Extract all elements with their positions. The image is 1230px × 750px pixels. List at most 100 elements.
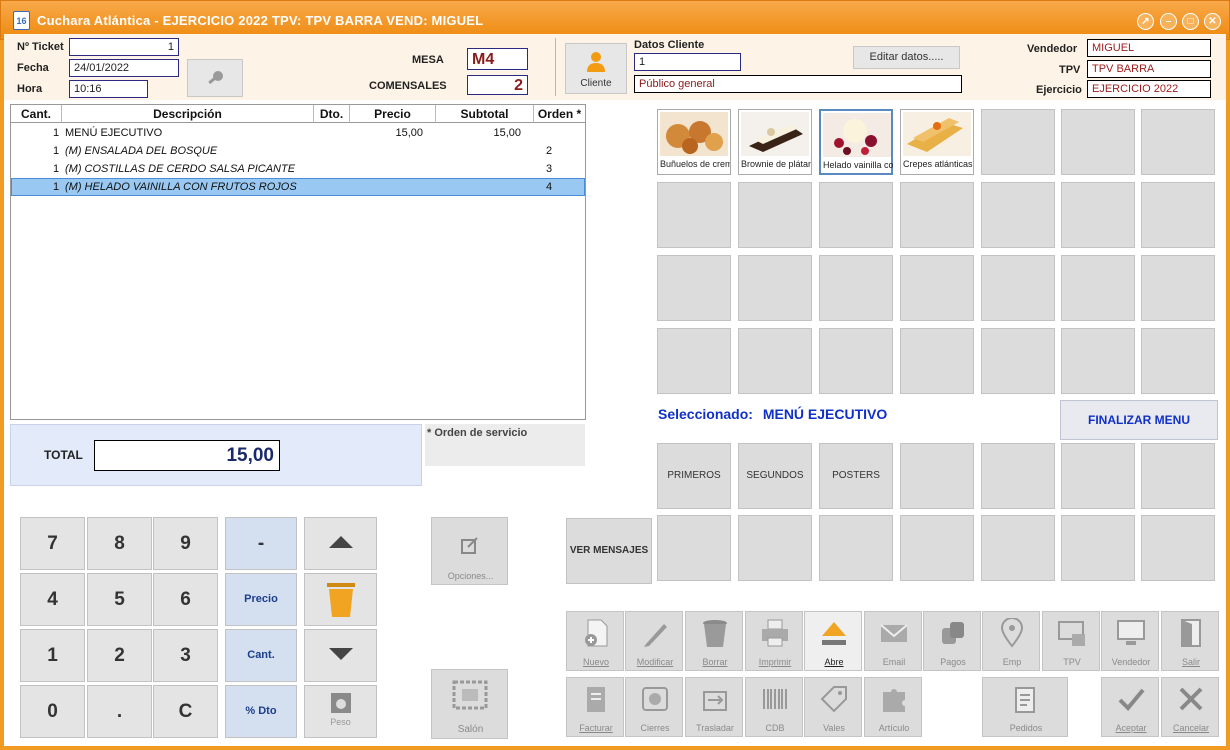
category-primeros[interactable]: PRIMEROS (657, 443, 731, 509)
empty-category-slot[interactable] (819, 515, 893, 581)
product-tile[interactable]: Crepes atlánticas (900, 109, 974, 175)
empty-category-slot[interactable] (657, 515, 731, 581)
email-button[interactable]: Email (864, 611, 922, 671)
key-2[interactable]: 2 (87, 629, 152, 682)
facturar-button[interactable]: Facturar (566, 677, 624, 737)
empty-product-slot[interactable] (1061, 328, 1135, 394)
fecha-field[interactable]: 24/01/2022 (69, 59, 179, 77)
empty-category-slot[interactable] (1141, 515, 1215, 581)
nuevo-button[interactable]: Nuevo (566, 611, 624, 671)
salir-button[interactable]: Salir (1161, 611, 1219, 671)
empty-product-slot[interactable] (981, 328, 1055, 394)
col-cant[interactable]: Cant. (11, 105, 62, 123)
peso-button[interactable]: Peso (304, 685, 377, 738)
empty-product-slot[interactable] (819, 255, 893, 321)
cdb-button[interactable]: CDB (745, 677, 803, 737)
descuento-button[interactable]: % Dto (225, 685, 297, 738)
vendedor-button[interactable]: Vendedor (1101, 611, 1159, 671)
cancelar-button[interactable]: Cancelar (1161, 677, 1219, 737)
empty-product-slot[interactable] (1141, 255, 1215, 321)
product-tile[interactable]: Buñuelos de crema (657, 109, 731, 175)
ticket-field[interactable]: 1 (69, 38, 179, 56)
key-4[interactable]: 4 (20, 573, 85, 626)
empty-product-slot[interactable] (981, 182, 1055, 248)
product-tile-selected[interactable]: Helado vainilla con frutos rojos (819, 109, 893, 175)
col-dto[interactable]: Dto. (314, 105, 350, 123)
col-descripcion[interactable]: Descripción (62, 105, 314, 123)
vales-button[interactable]: Vales (804, 677, 862, 737)
minimize-icon[interactable]: – (1160, 13, 1177, 30)
key-button[interactable] (187, 59, 243, 97)
category-segundos[interactable]: SEGUNDOS (738, 443, 812, 509)
empty-product-slot[interactable] (1061, 255, 1135, 321)
category-posters[interactable]: POSTERS (819, 443, 893, 509)
maximize-icon[interactable]: □ (1182, 13, 1199, 30)
table-row-selected[interactable]: 1 (M) HELADO VAINILLA CON FRUTOS ROJOS 4 (11, 178, 585, 196)
table-row[interactable]: 1 (M) COSTILLAS DE CERDO SALSA PICANTE 3 (11, 161, 585, 179)
key-dot[interactable]: . (87, 685, 152, 738)
table-row[interactable]: 1 (M) ENSALADA DEL BOSQUE 2 (11, 143, 585, 161)
empty-product-slot[interactable] (657, 255, 731, 321)
down-button[interactable] (304, 629, 377, 682)
cant-button[interactable]: Cant. (225, 629, 297, 682)
empty-category-slot[interactable] (1061, 443, 1135, 509)
empty-product-slot[interactable] (738, 328, 812, 394)
empty-category-slot[interactable] (981, 515, 1055, 581)
modificar-button[interactable]: Modificar (625, 611, 683, 671)
key-3[interactable]: 3 (153, 629, 218, 682)
key-clear[interactable]: C (153, 685, 218, 738)
up-button[interactable] (304, 517, 377, 570)
key-minus[interactable]: - (225, 517, 297, 570)
empty-product-slot[interactable] (1141, 109, 1215, 175)
empty-category-slot[interactable] (738, 515, 812, 581)
key-6[interactable]: 6 (153, 573, 218, 626)
empty-product-slot[interactable] (1141, 182, 1215, 248)
empty-product-slot[interactable] (738, 182, 812, 248)
empty-category-slot[interactable] (1061, 515, 1135, 581)
precio-button[interactable]: Precio (225, 573, 297, 626)
empty-product-slot[interactable] (819, 328, 893, 394)
col-subtotal[interactable]: Subtotal (436, 105, 534, 123)
empty-category-slot[interactable] (981, 443, 1055, 509)
ver-mensajes-button[interactable]: VER MENSAJES (566, 518, 652, 584)
empty-product-slot[interactable] (657, 328, 731, 394)
empty-product-slot[interactable] (981, 109, 1055, 175)
opciones-button[interactable]: Opciones... (431, 517, 508, 585)
ticket-lines-table[interactable]: Cant. Descripción Dto. Precio Subtotal O… (10, 104, 586, 420)
vendedor-field[interactable]: MIGUEL (1087, 39, 1211, 57)
editar-datos-button[interactable]: Editar datos..... (853, 46, 960, 69)
pin-icon[interactable]: ↗ (1137, 13, 1154, 30)
pagos-button[interactable]: Pagos (923, 611, 981, 671)
empty-category-slot[interactable] (1141, 443, 1215, 509)
cliente-button[interactable]: Cliente (565, 43, 627, 94)
emp-button[interactable]: Emp (982, 611, 1040, 671)
table-row[interactable]: 1 MENÚ EJECUTIVO 15,00 15,00 (11, 125, 585, 143)
delete-line-button[interactable] (304, 573, 377, 626)
empty-category-slot[interactable] (900, 443, 974, 509)
empty-product-slot[interactable] (900, 255, 974, 321)
empty-category-slot[interactable] (900, 515, 974, 581)
trasladar-button[interactable]: Trasladar (685, 677, 743, 737)
cliente-name-field[interactable]: Público general (634, 75, 962, 93)
finalizar-menu-button[interactable]: FINALIZAR MENU (1060, 400, 1218, 440)
empty-product-slot[interactable] (657, 182, 731, 248)
empty-product-slot[interactable] (981, 255, 1055, 321)
mesa-field[interactable]: M4 (467, 48, 528, 70)
key-5[interactable]: 5 (87, 573, 152, 626)
empty-product-slot[interactable] (819, 182, 893, 248)
empty-product-slot[interactable] (900, 328, 974, 394)
tpv-field[interactable]: TPV BARRA (1087, 60, 1211, 78)
salon-button[interactable]: Salón (431, 669, 508, 739)
hora-field[interactable]: 10:16 (69, 80, 148, 98)
product-tile[interactable]: Brownie de plátano (738, 109, 812, 175)
pedidos-button[interactable]: Pedidos (982, 677, 1068, 737)
empty-product-slot[interactable] (1141, 328, 1215, 394)
cliente-code-field[interactable]: 1 (634, 53, 741, 71)
empty-product-slot[interactable] (1061, 109, 1135, 175)
tpv-button[interactable]: TPV (1042, 611, 1100, 671)
empty-product-slot[interactable] (1061, 182, 1135, 248)
articulo-button[interactable]: Artículo (864, 677, 922, 737)
empty-product-slot[interactable] (738, 255, 812, 321)
imprimir-button[interactable]: Imprimir (745, 611, 803, 671)
close-icon[interactable]: ✕ (1204, 13, 1221, 30)
